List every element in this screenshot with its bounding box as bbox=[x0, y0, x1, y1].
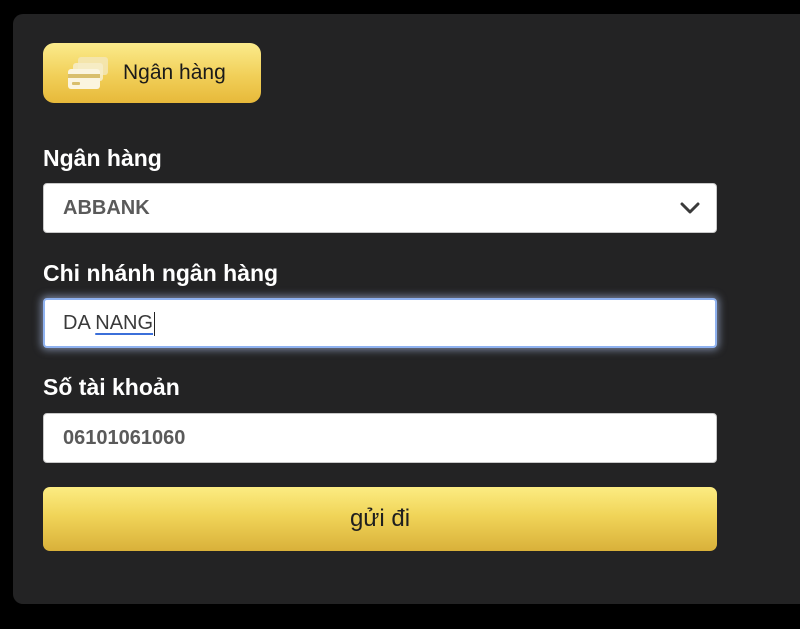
bank-card-icon bbox=[68, 57, 108, 89]
branch-input[interactable]: DA NANG bbox=[43, 298, 717, 348]
bank-tab-label: Ngân hàng bbox=[123, 61, 226, 84]
submit-button[interactable]: gửi đi bbox=[43, 487, 717, 551]
account-number-input[interactable]: 06101061060 bbox=[43, 413, 717, 463]
branch-input-value-misspelled: NANG bbox=[95, 312, 154, 334]
bank-label: Ngân hàng bbox=[43, 145, 162, 171]
bank-tab-button[interactable]: Ngân hàng bbox=[43, 43, 261, 103]
text-caret bbox=[154, 311, 156, 336]
branch-input-value-prefix: DA bbox=[63, 312, 96, 334]
branch-label: Chi nhánh ngân hàng bbox=[43, 260, 279, 286]
account-number-value: 06101061060 bbox=[63, 427, 186, 449]
chevron-down-icon bbox=[680, 202, 700, 214]
bank-select[interactable]: ABBANK bbox=[43, 183, 717, 233]
account-label: Số tài khoản bbox=[43, 374, 180, 400]
bank-select-value: ABBANK bbox=[63, 197, 150, 219]
